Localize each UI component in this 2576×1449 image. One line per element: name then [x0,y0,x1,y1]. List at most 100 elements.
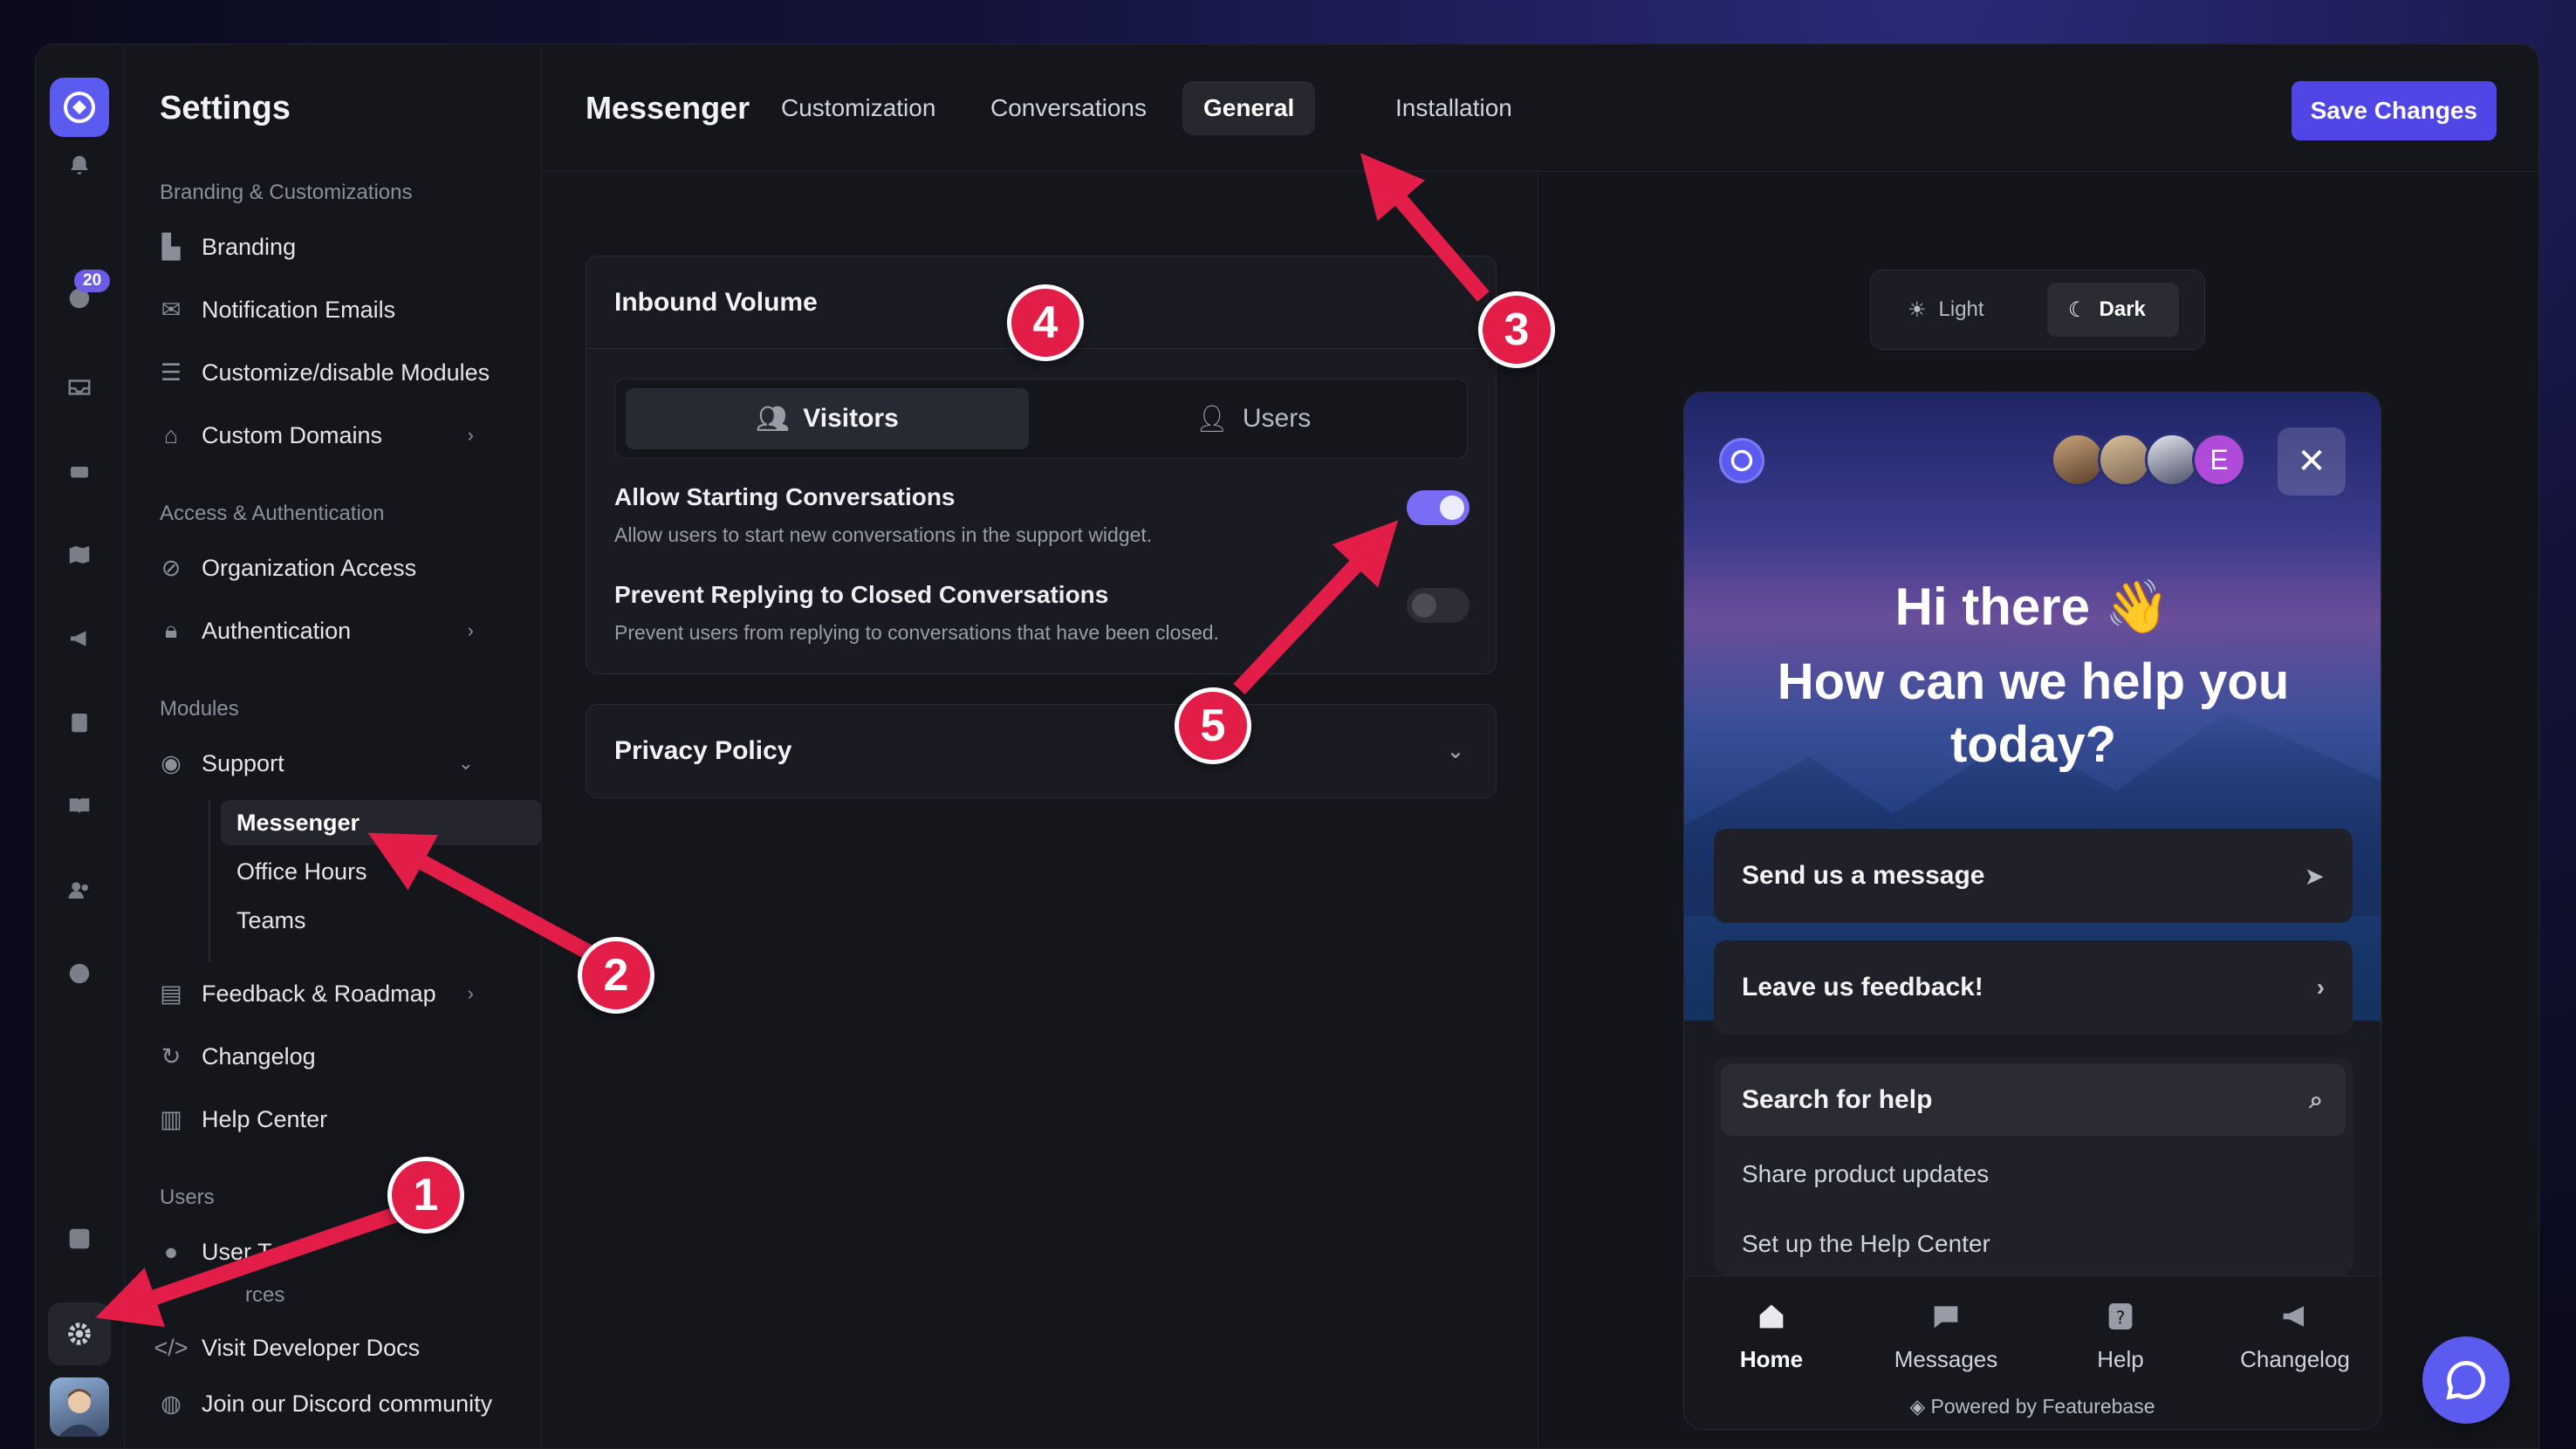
app-logo-icon[interactable] [50,78,109,137]
sidebar-item-support[interactable]: ◉ Support ⌄ [160,742,509,784]
theme-light-button[interactable]: ☀ Light [1887,283,2018,337]
segment-visitors[interactable]: 👥︎ Visitors [626,388,1029,449]
team-avatar [2051,433,2105,487]
nav-changelog[interactable]: Changelog [2208,1299,2381,1373]
code-icon: </> [154,1334,188,1361]
tab-conversations[interactable]: Conversations [969,81,1168,135]
home-icon: ⌂ [163,421,179,448]
stack-icon: ▤ [160,980,182,1007]
sidebar-item-user-t[interactable]: ● User T [160,1231,509,1273]
privacy-policy-accordion[interactable]: Privacy Policy ⌄ [586,704,1497,798]
sidebar-item-modules[interactable]: ☰ Customize/disable Modules [160,352,509,393]
users-icon[interactable] [63,873,96,906]
team-avatars: E [2051,433,2246,487]
globe-icon[interactable] [63,957,96,990]
sidebar-subitem-teams[interactable]: Teams [221,898,542,943]
sidebar-item-authentication[interactable]: 🔒︎ Authentication › [160,610,509,652]
nav-home[interactable]: Home [1684,1299,1859,1373]
theme-switcher: ☀ Light ☾ Dark [1870,270,2205,350]
save-changes-button[interactable]: Save Changes [2291,81,2497,140]
toggle-knob [1440,496,1464,520]
section-modules: Modules [160,697,239,721]
prevent-replying-toggle[interactable] [1407,588,1470,623]
theme-dark-button[interactable]: ☾ Dark [2047,283,2179,337]
sidebar-subitem-office-hours[interactable]: Office Hours [221,849,542,894]
bell-icon[interactable] [63,149,96,182]
clipboard-icon[interactable] [63,706,96,739]
annotation-number: 4 [1007,284,1084,361]
megaphone-icon[interactable] [63,622,96,655]
allow-starting-toggle[interactable] [1407,490,1470,525]
search-icon: ⌕ [2309,1085,2323,1113]
help-search-box: Search for help ⌕ Share product updates … [1714,1057,2353,1275]
sidebar-item-discord[interactable]: ◍ Join our Discord community [160,1383,509,1425]
inbox-icon[interactable] [63,371,96,404]
sidebar-item-notification-emails[interactable]: ✉ Notification Emails [160,289,509,331]
eye-off-icon: ⊘ [161,554,182,581]
settings-sidebar: Settings Branding & Customizations ▙ Bran… [125,44,542,1448]
chevron-right-icon: › [467,982,474,1004]
icon-rail: 20 [36,44,125,1448]
user-icon: 👤︎ [1195,404,1229,434]
help-article-link[interactable]: Set up the Help Center [1742,1230,1990,1258]
annotation-number: 1 [387,1157,464,1234]
segment-users[interactable]: 👤︎ Users [1052,388,1455,449]
search-for-help-button[interactable]: Search for help ⌕ [1721,1064,2346,1136]
book-icon: ▥ [160,1105,182,1132]
sidebar-item-changelog[interactable]: ↻ Changelog [160,1035,509,1077]
setting-allow-starting: Allow Starting Conversations Allow users… [614,483,1470,547]
widget-logo-icon [1719,438,1764,483]
section-access: Access & Authentication [160,502,385,525]
chevron-right-icon: › [2316,974,2325,1001]
tab-general[interactable]: General [1182,81,1316,135]
app-window: 20 Settings Branding & Customizations ▙ B… [35,44,2539,1449]
messages-icon [1934,1306,1958,1329]
setting-description: Prevent users from replying to conversat… [614,621,1219,644]
sidebar-item-help-center[interactable]: ▥ Help Center [160,1098,509,1140]
help-article-link[interactable]: Share product updates [1742,1160,1989,1188]
sidebar-item-feedback[interactable]: ▤ Feedback & Roadmap › [160,973,509,1015]
map-icon[interactable] [63,538,96,571]
sidebar-subitem-messenger[interactable]: Messenger [221,800,542,845]
page-title: Messenger [586,90,750,126]
close-icon[interactable]: ✕ [2278,427,2346,496]
send-message-button[interactable]: Send us a message ➤ [1714,829,2353,923]
mail-icon: ✉ [161,296,182,323]
tab-customization[interactable]: Customization [760,81,956,135]
chat-bubbles-icon: ◉ [161,749,182,776]
section-branding: Branding & Customizations [160,181,413,204]
layers-icon[interactable] [63,455,96,488]
sidebar-item-branding[interactable]: ▙ Branding [160,226,509,268]
setting-title: Prevent Replying to Closed Conversations [614,581,1109,608]
user-avatar[interactable] [50,1377,109,1437]
tab-installation[interactable]: Installation [1374,81,1533,135]
top-bar: Messenger Customization Conversations Ge… [542,44,2538,172]
settings-gear-icon[interactable] [48,1302,111,1365]
sidebar-item-custom-domains[interactable]: ⌂ Custom Domains › [160,414,509,456]
users-icon: ● [163,1238,179,1265]
users-icon: 👥︎ [756,404,790,434]
chat-launcher-button[interactable] [2422,1336,2510,1424]
annotation-number: 2 [578,937,654,1014]
widget-bottom-nav: Home Messages ? Help Changelog ◈ Powered… [1684,1275,2381,1429]
lock-icon: 🔒︎ [164,617,178,643]
send-icon: ➤ [2304,862,2325,890]
powered-by: ◈ Powered by Featurebase [1909,1395,2155,1418]
annotation-number: 3 [1478,291,1555,368]
sun-icon: ☀ [1908,297,1927,322]
nav-help[interactable]: ? Help [2033,1299,2208,1373]
team-avatar-letter: E [2192,433,2246,487]
analytics-icon[interactable] [63,1222,96,1255]
svg-text:?: ? [2116,1307,2126,1328]
section-users: Users [160,1186,215,1209]
book-icon[interactable] [63,789,96,823]
annotation-number: 5 [1175,687,1251,764]
chevron-down-icon: ⌄ [1446,739,1464,763]
sidebar-item-org-access[interactable]: ⊘ Organization Access [160,547,509,589]
leave-feedback-button[interactable]: Leave us feedback! › [1714,940,2353,1035]
nav-messages[interactable]: Messages [1859,1299,2033,1373]
sidebar-item-dev-docs[interactable]: </> Visit Developer Docs [154,1327,509,1369]
team-avatar [2098,433,2152,487]
widget-preview: ☀ Light ☾ Dark E ✕ Hi there 👋 How can we h… [1538,172,2538,1448]
featurebase-icon: ◈ [1909,1395,1931,1418]
